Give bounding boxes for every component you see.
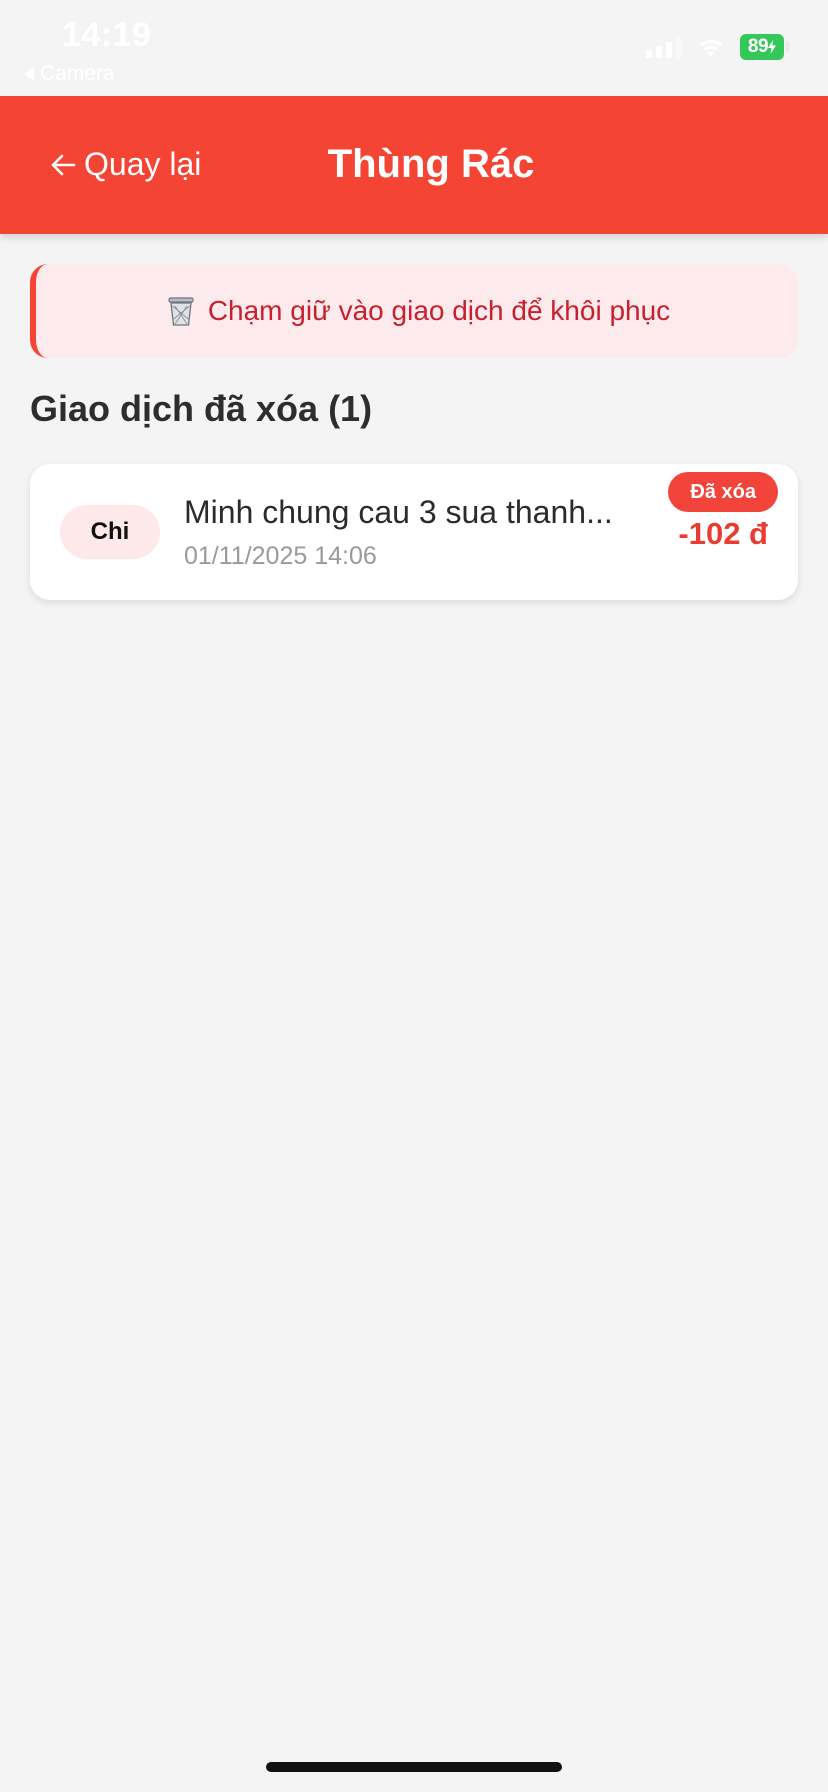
battery-icon: 89 (740, 34, 789, 60)
status-icons: 89 (646, 34, 789, 60)
status-bar: 14:19 Camera 89 (0, 0, 828, 96)
transaction-amount: -102 đ (678, 516, 768, 551)
status-back-label: Camera (40, 62, 115, 85)
transaction-type-pill: Chi (60, 505, 160, 559)
wastebasket-icon (168, 297, 194, 326)
status-time: 14:19 (62, 16, 152, 54)
deleted-transactions-heading: Giao dịch đã xóa (1) (30, 388, 373, 429)
charging-bolt-icon (768, 40, 777, 54)
restore-hint-banner: Chạm giữ vào giao dịch để khôi phục (30, 264, 798, 358)
deleted-status-badge: Đã xóa (668, 472, 778, 512)
back-triangle-icon (24, 67, 34, 81)
restore-hint-text: Chạm giữ vào giao dịch để khôi phục (207, 295, 671, 326)
app-header: Quay lại Thùng Rác (0, 96, 828, 234)
deleted-transaction-card[interactable]: Chi Minh chung cau 3 sua thanh... 01/11/… (30, 464, 798, 600)
transaction-datetime: 01/11/2025 14:06 (184, 542, 377, 570)
cellular-signal-icon (646, 36, 682, 58)
transaction-description: Minh chung cau 3 sua thanh... (184, 494, 613, 530)
battery-level: 89 (747, 36, 769, 57)
wifi-icon (699, 39, 723, 57)
status-back-to-app[interactable]: Camera (24, 62, 115, 86)
home-indicator[interactable] (266, 1762, 562, 1772)
page-title: Thùng Rác (327, 142, 535, 186)
